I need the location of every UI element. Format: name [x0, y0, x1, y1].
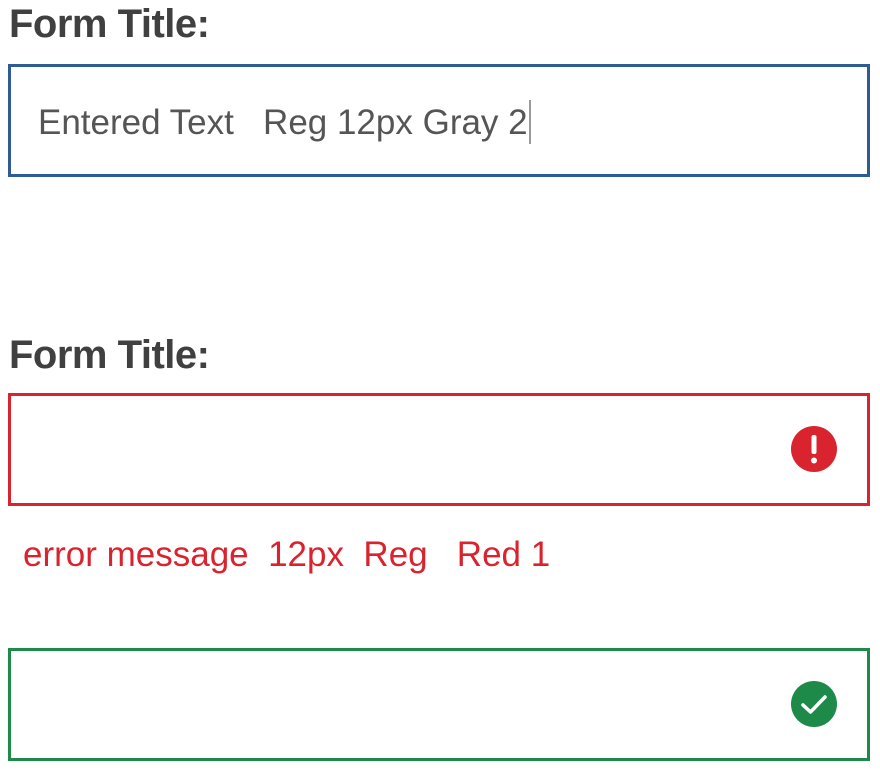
form-title: Form Title: — [9, 2, 210, 46]
success-check-icon — [791, 681, 837, 727]
text-cursor — [528, 100, 531, 144]
error-exclamation-icon — [791, 426, 837, 472]
text-input-error[interactable] — [8, 393, 870, 506]
text-input-active[interactable]: Entered Text Reg 12px Gray 2 — [8, 64, 870, 177]
error-message: error message 12px Reg Red 1 — [23, 535, 551, 574]
entered-text: Entered Text Reg 12px Gray 2 — [38, 100, 531, 144]
text-input-success[interactable] — [8, 648, 870, 761]
form-title-error-field: Form Title: — [9, 333, 210, 377]
